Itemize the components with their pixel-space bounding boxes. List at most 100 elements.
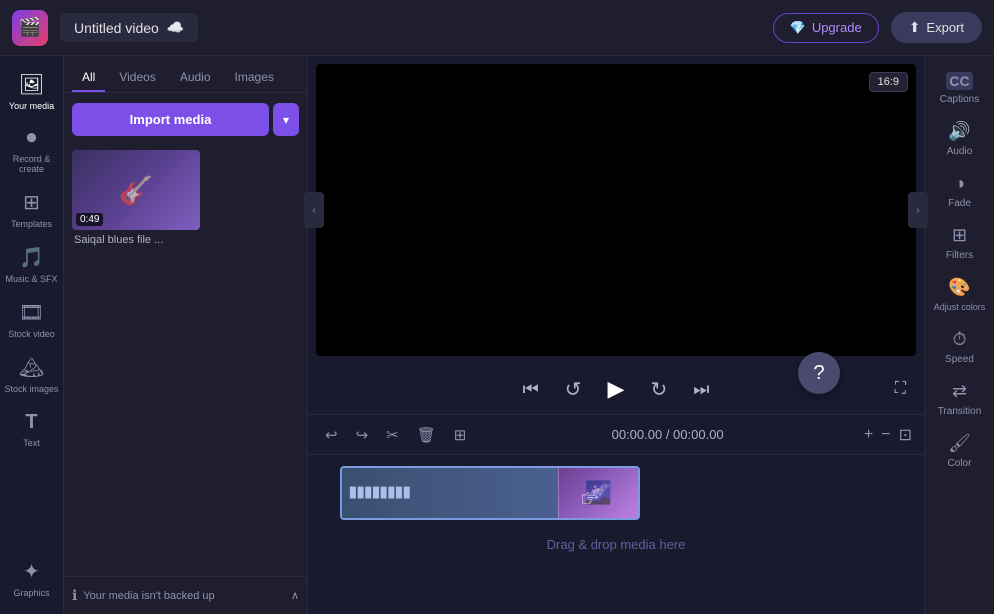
tab-audio[interactable]: Audio (170, 64, 221, 92)
list-item[interactable]: 🎸 0:49 Saiqal blues file ... (72, 150, 299, 572)
sidebar-item-graphics[interactable]: ✦ Graphics (0, 551, 64, 606)
sidebar-item-label: Graphics (13, 588, 49, 598)
tab-all[interactable]: All (72, 64, 105, 92)
timeline-toolbar: ↩ ↪ ✂ 🗑 ⊞ 00:00.00 / 00:00.00 + − ⊡ (308, 415, 924, 455)
captions-icon: CC (946, 72, 972, 90)
sidebar-item-record-create[interactable]: ⏺ Record & create (0, 119, 64, 182)
tab-videos[interactable]: Videos (109, 64, 165, 92)
right-panel: CC Captions 🔊 Audio ◑ Fade ⊞ Filters 🎨 A… (924, 56, 994, 614)
center-area: 16:9 ‹ › ⏮ ↺ ▶ ↻ ⏭ ⛶ ↩ ↪ ✂ 🗑 ⊞ (308, 56, 924, 614)
right-item-label: Color (948, 458, 972, 469)
timeline-content: ▊▊▊▊▊▊▊▊ 🌌 ☞ Drag & drop media here (308, 455, 924, 614)
media-thumbnail: 🎸 0:49 (72, 150, 200, 230)
drop-zone-text: Drag & drop media here (320, 529, 912, 560)
import-media-button[interactable]: Import media (72, 103, 269, 136)
zoom-in-button[interactable]: + (864, 426, 873, 444)
right-item-audio[interactable]: 🔊 Audio (928, 113, 992, 165)
sidebar-item-label: Stock video (8, 329, 55, 339)
right-item-label: Transition (938, 406, 982, 417)
skip-to-start-button[interactable]: ⏮ (519, 375, 543, 404)
upgrade-button[interactable]: 💎 Upgrade (773, 13, 879, 43)
fullscreen-button[interactable]: ⛶ (895, 380, 906, 398)
sidebar-item-label: Stock images (4, 384, 58, 395)
app-logo: 🎬 (12, 10, 48, 46)
chevron-up-icon[interactable]: ∧ (291, 589, 299, 602)
sidebar-item-stock-video[interactable]: 🎞 Stock video (0, 292, 64, 347)
cut-button[interactable]: ✂ (381, 423, 404, 447)
skip-to-end-button[interactable]: ⏭ (689, 375, 713, 404)
media-tabs: All Videos Audio Images (64, 56, 307, 93)
right-item-adjust-colors[interactable]: 🎨 Adjust colors (928, 269, 992, 321)
main-area: 🖼 Your media ⏺ Record & create ⊞ Templat… (0, 56, 994, 614)
undo-button[interactable]: ↩ (320, 423, 343, 447)
right-item-label: Fade (948, 198, 971, 209)
timeline-area: ↩ ↪ ✂ 🗑 ⊞ 00:00.00 / 00:00.00 + − ⊡ ▊▊▊▊… (308, 414, 924, 614)
templates-icon: ⊞ (23, 190, 40, 215)
track-clip[interactable]: ▊▊▊▊▊▊▊▊ 🌌 ☞ (340, 466, 640, 520)
project-title: Untitled video (74, 20, 159, 36)
media-duration: 0:49 (76, 213, 103, 226)
help-button[interactable]: ? (798, 352, 840, 394)
play-button[interactable]: ▶ (604, 372, 629, 406)
tab-images[interactable]: Images (225, 64, 284, 92)
project-title-tab[interactable]: Untitled video ☁️ (60, 13, 198, 42)
sidebar-item-label: Templates (11, 219, 52, 229)
record-icon: ⏺ (27, 127, 37, 150)
sidebar-item-stock-images[interactable]: 🏔 Stock images (0, 347, 64, 403)
collapse-right-button[interactable]: › (908, 192, 928, 228)
sidebar-item-label: Music & SFX (5, 274, 57, 284)
fit-button[interactable]: ⊡ (899, 425, 912, 445)
zoom-out-button[interactable]: − (881, 426, 890, 444)
delete-button[interactable]: 🗑 (412, 423, 441, 447)
track-row: ▊▊▊▊▊▊▊▊ 🌌 ☞ (320, 463, 912, 523)
more-button[interactable]: ⊞ (449, 423, 472, 447)
timeline-tracks: ▊▊▊▊▊▊▊▊ 🌌 ☞ Drag & drop media here (308, 455, 924, 614)
right-item-speed[interactable]: ⏱ Speed (928, 321, 992, 373)
media-label: Saiqal blues file ... (72, 234, 299, 246)
right-item-filters[interactable]: ⊞ Filters (928, 217, 992, 269)
music-icon: 🎵 (19, 245, 44, 270)
text-icon: T (25, 411, 37, 434)
backup-status-text: Your media isn't backed up (83, 590, 285, 602)
diamond-icon: 💎 (790, 20, 806, 36)
rewind-button[interactable]: ↺ (561, 373, 586, 406)
speed-icon: ⏱ (952, 329, 966, 350)
fade-icon: ◑ (954, 173, 965, 194)
redo-button[interactable]: ↪ (351, 423, 374, 447)
right-item-fade[interactable]: ◑ Fade (928, 165, 992, 217)
stock-video-icon: 🎞 (19, 300, 44, 325)
transition-icon: ⇄ (952, 381, 967, 402)
aspect-ratio-badge: 16:9 (869, 72, 908, 92)
sidebar-item-text[interactable]: T Text (0, 403, 64, 456)
export-button[interactable]: ⬆ Export (891, 12, 982, 43)
your-media-icon: 🖼 (19, 72, 44, 97)
media-panel-footer: ℹ Your media isn't backed up ∧ (64, 576, 307, 614)
adjust-colors-icon: 🎨 (948, 277, 970, 298)
sidebar-item-label: Your media (9, 101, 54, 111)
sidebar-item-music-sfx[interactable]: 🎵 Music & SFX (0, 237, 64, 292)
right-item-label: Audio (947, 146, 973, 157)
graphics-icon: ✦ (23, 559, 40, 584)
sidebar-item-your-media[interactable]: 🖼 Your media (0, 64, 64, 119)
collapse-left-button[interactable]: ‹ (304, 192, 324, 228)
audio-icon: 🔊 (948, 121, 970, 142)
right-item-label: Adjust colors (934, 302, 986, 313)
import-dropdown-button[interactable]: ▾ (273, 103, 299, 136)
right-item-color[interactable]: 🖌 Color (928, 425, 992, 477)
cloud-icon: ☁️ (167, 19, 184, 36)
export-icon: ⬆ (909, 19, 921, 36)
top-bar: 🎬 Untitled video ☁️ 💎 Upgrade ⬆ Export (0, 0, 994, 56)
stock-images-icon: 🏔 (19, 355, 44, 380)
sidebar-item-templates[interactable]: ⊞ Templates (0, 182, 64, 237)
forward-button[interactable]: ↻ (646, 373, 671, 406)
right-item-captions[interactable]: CC Captions (928, 64, 992, 113)
right-item-label: Speed (945, 354, 974, 365)
right-item-transition[interactable]: ⇄ Transition (928, 373, 992, 425)
sidebar-item-label: Record & create (4, 154, 60, 174)
preview-canvas: 16:9 ‹ › (316, 64, 916, 356)
left-sidebar: 🖼 Your media ⏺ Record & create ⊞ Templat… (0, 56, 64, 614)
filters-icon: ⊞ (952, 225, 967, 246)
import-row: Import media ▾ (64, 93, 307, 146)
info-icon: ℹ (72, 587, 77, 604)
right-item-label: Captions (940, 94, 979, 105)
